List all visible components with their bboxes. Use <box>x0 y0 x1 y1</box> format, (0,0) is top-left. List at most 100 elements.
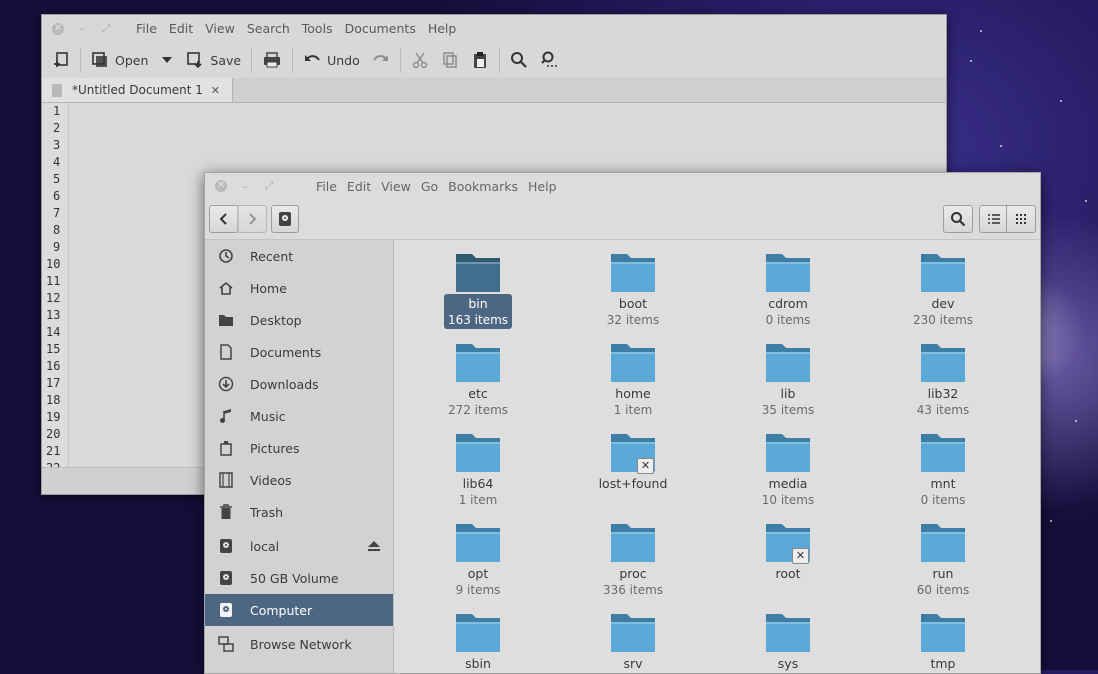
sidebar-item-recent[interactable]: Recent <box>205 240 393 272</box>
new-document-button[interactable] <box>46 45 76 75</box>
sidebar-item-label: Trash <box>250 504 284 520</box>
scissors-icon <box>412 52 427 69</box>
folder-item-proc[interactable]: proc 336 items <box>578 522 688 599</box>
search-icon <box>951 212 966 227</box>
cut-button[interactable] <box>405 45 435 75</box>
home-icon <box>217 279 235 297</box>
find-replace-button[interactable] <box>534 45 564 75</box>
tab-close-icon[interactable]: ✕ <box>211 84 220 97</box>
location-computer-button[interactable] <box>271 205 299 233</box>
menu-help[interactable]: Help <box>422 21 463 36</box>
folder-icon <box>766 612 810 654</box>
folder-item-etc[interactable]: etc 272 items <box>423 342 533 419</box>
save-button[interactable]: Save <box>180 45 247 75</box>
folder-item-lib[interactable]: lib 35 items <box>733 342 843 419</box>
eject-icon[interactable] <box>367 540 381 552</box>
maximize-window-button[interactable]: ⤢ <box>98 21 114 37</box>
folder-label: proc 336 items <box>578 566 688 599</box>
folder-item-sbin[interactable]: sbin <box>423 612 533 672</box>
sidebar-item-50gb-volume[interactable]: 50 GB Volume <box>205 562 393 594</box>
list-view-button[interactable] <box>979 205 1008 233</box>
folder-item-count: 0 items <box>765 313 811 327</box>
sidebar-item-label: Videos <box>250 472 292 488</box>
menu-go[interactable]: Go <box>416 179 443 194</box>
undo-button[interactable]: Undo <box>297 45 366 75</box>
folder-item-bin[interactable]: bin 163 items <box>423 252 533 329</box>
folder-item-boot[interactable]: boot 32 items <box>578 252 688 329</box>
open-icon <box>92 52 107 67</box>
line-number: 2 <box>53 121 61 135</box>
redo-button[interactable] <box>366 45 396 75</box>
folder-item-srv[interactable]: srv <box>578 612 688 672</box>
menu-file[interactable]: File <box>311 179 342 194</box>
line-number: 8 <box>53 223 61 237</box>
grid-view-button[interactable] <box>1006 205 1036 233</box>
sidebar-item-desktop[interactable]: Desktop <box>205 304 393 336</box>
print-button[interactable] <box>256 45 288 75</box>
close-window-button[interactable]: ✕ <box>50 21 66 37</box>
sidebar-item-home[interactable]: Home <box>205 272 393 304</box>
minimize-window-button[interactable]: – <box>74 21 90 37</box>
folder-item-run[interactable]: run 60 items <box>888 522 998 599</box>
sidebar-item-pictures[interactable]: Pictures <box>205 432 393 464</box>
folder-item-cdrom[interactable]: cdrom 0 items <box>733 252 843 329</box>
maximize-window-button[interactable]: ⤢ <box>261 178 277 194</box>
sidebar-item-trash[interactable]: Trash <box>205 496 393 528</box>
open-button[interactable]: Open <box>85 45 180 75</box>
find-button[interactable] <box>504 45 534 75</box>
sidebar-item-browse-network[interactable]: Browse Network <box>205 628 393 660</box>
line-number: 13 <box>46 308 61 322</box>
folder-item-lost-found[interactable]: ✕ lost+found <box>578 432 688 492</box>
menu-view[interactable]: View <box>199 21 241 36</box>
sidebar-item-local[interactable]: local <box>205 530 393 562</box>
copy-button[interactable] <box>435 45 465 75</box>
back-button[interactable] <box>209 205 239 233</box>
folder-item-mnt[interactable]: mnt 0 items <box>888 432 998 509</box>
folder-item-opt[interactable]: opt 9 items <box>423 522 533 599</box>
menu-search[interactable]: Search <box>241 21 296 36</box>
sidebar-item-videos[interactable]: Videos <box>205 464 393 496</box>
drive-icon <box>279 212 291 226</box>
close-window-button[interactable]: ✕ <box>213 178 229 194</box>
editor-menubar: File Edit View Search Tools Documents He… <box>130 21 462 36</box>
sidebar-item-label: Documents <box>250 344 322 360</box>
toolbar-separator <box>292 47 294 73</box>
folder-item-media[interactable]: media 10 items <box>733 432 843 509</box>
folder-label: opt 9 items <box>423 566 533 599</box>
new-document-icon <box>54 52 68 67</box>
sidebar-item-music[interactable]: Music <box>205 400 393 432</box>
folder-name: run <box>932 566 954 581</box>
folder-item-dev[interactable]: dev 230 items <box>888 252 998 329</box>
menu-view[interactable]: View <box>376 179 416 194</box>
folder-item-sys[interactable]: sys <box>733 612 843 672</box>
line-number: 17 <box>46 376 61 390</box>
places-sidebar: Recent Home Desktop Documents Downloads … <box>205 240 394 673</box>
menu-bookmarks[interactable]: Bookmarks <box>443 179 523 194</box>
sidebar-item-documents[interactable]: Documents <box>205 336 393 368</box>
folder-item-lib32[interactable]: lib32 43 items <box>888 342 998 419</box>
folder-item-lib64[interactable]: lib64 1 item <box>423 432 533 509</box>
minimize-window-button[interactable]: – <box>237 178 253 194</box>
folder-item-root[interactable]: ✕ root <box>733 522 843 582</box>
folder-name: bin <box>468 296 488 311</box>
folder-item-home[interactable]: home 1 item <box>578 342 688 419</box>
menu-documents[interactable]: Documents <box>339 21 422 36</box>
folder-label: dev 230 items <box>888 296 998 329</box>
folder-item-tmp[interactable]: tmp <box>888 612 998 672</box>
chevron-down-icon[interactable] <box>160 53 174 67</box>
menu-file[interactable]: File <box>130 21 163 36</box>
search-button[interactable] <box>943 205 973 233</box>
menu-help[interactable]: Help <box>523 179 562 194</box>
paste-button[interactable] <box>465 45 495 75</box>
menu-tools[interactable]: Tools <box>296 21 339 36</box>
folder-icon <box>766 342 810 384</box>
forward-button[interactable] <box>237 205 267 233</box>
folder-name: home <box>615 386 651 401</box>
sidebar-item-computer[interactable]: Computer <box>205 594 393 626</box>
camera-icon <box>217 439 235 457</box>
menu-edit[interactable]: Edit <box>342 179 376 194</box>
tab-untitled-document[interactable]: *Untitled Document 1 ✕ <box>42 78 233 102</box>
no-access-icon: ✕ <box>637 458 654 474</box>
sidebar-item-downloads[interactable]: Downloads <box>205 368 393 400</box>
menu-edit[interactable]: Edit <box>163 21 199 36</box>
